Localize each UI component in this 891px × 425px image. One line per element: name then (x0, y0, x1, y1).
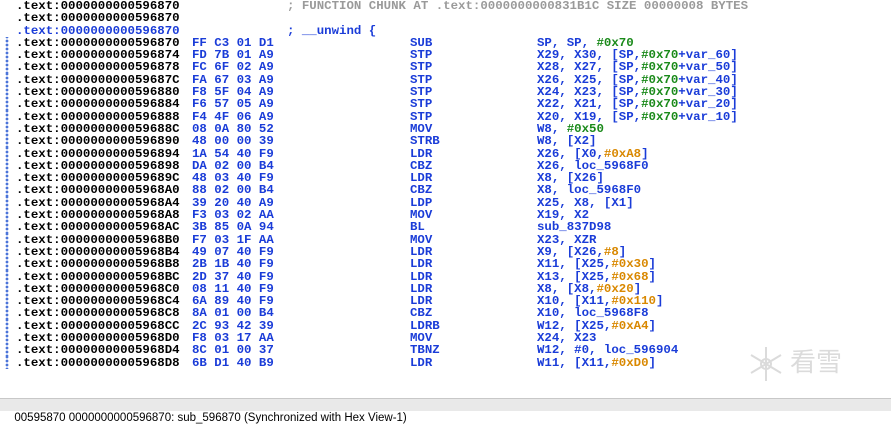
flow-bullet-icon (0, 209, 14, 222)
instruction-address: .text:0000000000596884 (16, 97, 180, 112)
instruction-row[interactable]: .text:0000000000596878 FC 6F 02 A9 STP X28,… (0, 60, 891, 75)
function-chunk-comment: ; FUNCTION CHUNK AT .text:0000000000831B… (287, 0, 749, 13)
mnemonic: TBNZ (410, 343, 440, 358)
opcode-bytes: 48 00 00 39 (192, 134, 274, 149)
flow-bullet-icon (0, 49, 14, 62)
flow-bullet-icon (0, 122, 14, 136)
flow-bullet-icon (0, 36, 14, 50)
instruction-row[interactable]: .text:00000000005968B8 2B 1B 40 F9 LDR X11,… (0, 257, 891, 272)
flow-bullet-icon (0, 258, 14, 271)
unwind-directive: ; __unwind { (287, 23, 377, 38)
opcode-bytes: FC 6F 02 A9 (192, 60, 274, 75)
flow-bullet-icon (0, 221, 14, 234)
flow-bullet-icon (0, 159, 14, 173)
flow-bullet-icon (0, 295, 14, 308)
operand-part: #0xA4 (611, 318, 649, 333)
opcode-bytes: 2B 1B 40 F9 (192, 257, 274, 272)
watermark: 看雪 (746, 344, 866, 384)
instruction-address: .text:00000000005968D4 (16, 343, 180, 358)
disassembly-view[interactable]: .text:0000000000596870 ; FUNCTION CHUNK A… (0, 0, 891, 398)
instruction-address: .text:00000000005968C8 (16, 306, 180, 321)
mnemonic: STP (410, 60, 433, 75)
opcode-bytes: 8A 01 00 B4 (192, 306, 274, 321)
flow-bullet-icon (0, 282, 14, 296)
flow-bullet-icon (0, 270, 14, 283)
mnemonic: STP (410, 97, 433, 112)
instruction-address: .text:00000000005968B8 (16, 257, 180, 272)
opcode-bytes: 3B 85 0A 94 (192, 220, 274, 235)
opcode-bytes: 1A 54 40 F9 (192, 146, 274, 161)
status-text: 00595870 0000000000596870: sub_596870 (S… (14, 412, 407, 424)
instruction-row[interactable]: .text:00000000005968A0 88 02 00 B4 CBZ X8, … (0, 183, 891, 198)
instruction-row[interactable]: .text:00000000005968AC 3B 85 0A 94 BL sub_8… (0, 220, 891, 235)
instruction-address: .text:0000000000596878 (16, 60, 180, 75)
opcode-bytes: 88 02 00 B4 (192, 183, 274, 198)
instruction-address: .text:00000000005968D8 (16, 355, 180, 370)
operand-part: ] (648, 269, 656, 284)
mnemonic: LDR (410, 355, 433, 370)
instruction-row[interactable]: .text:0000000000596890 48 00 00 39 STRB W8,… (0, 134, 891, 149)
operand-part: ] (648, 355, 656, 370)
opcode-bytes: 6B D1 40 B9 (192, 355, 274, 370)
flow-bullet-icon (0, 332, 14, 345)
flow-bullet-icon (0, 172, 14, 185)
operand-part: ] (648, 318, 656, 333)
flow-bullet-icon (0, 86, 14, 99)
flow-bullet-icon (0, 319, 14, 333)
instruction-address: .text:00000000005968A0 (16, 183, 180, 198)
flow-bullet-icon (0, 307, 14, 320)
snowflake-icon (750, 347, 782, 381)
instruction-address: .text:00000000005968BC (16, 269, 180, 284)
operand-part: ] (655, 294, 664, 309)
operand-part: #0x70 (641, 109, 679, 124)
instruction-row[interactable]: .text:0000000000596894 1A 54 40 F9 LDR X26,… (0, 146, 891, 161)
mnemonic: LDR (410, 146, 433, 161)
instruction-address: .text:0000000000596894 (16, 146, 180, 161)
flow-bullet-icon (0, 110, 14, 123)
mnemonic: LDR (410, 257, 433, 272)
instruction-address: .text:0000000000596890 (16, 134, 180, 149)
flow-bullet-icon (0, 233, 14, 246)
mnemonic: CBZ (410, 183, 433, 198)
opcode-bytes: 2D 37 40 F9 (192, 269, 274, 284)
instruction-address: .text:00000000005968AC (16, 220, 180, 235)
mnemonic: CBZ (410, 306, 433, 321)
flow-bullet-icon (0, 61, 14, 74)
instruction-row[interactable]: .text:0000000000596884 F6 57 05 A9 STP X22,… (0, 97, 891, 112)
flow-bullet-icon (0, 356, 14, 369)
operand-part: W11, [X11, (537, 355, 612, 370)
flow-bullet-icon (0, 184, 14, 197)
opcode-bytes: 8C 01 00 37 (192, 343, 274, 358)
operand-part: +var_10] (678, 109, 738, 124)
flow-bullet-icon (0, 73, 14, 87)
flow-bullet-icon (0, 196, 14, 210)
mnemonic: STRB (410, 134, 440, 149)
flow-bullet-icon (0, 245, 14, 259)
flow-bullet-icon (0, 344, 14, 357)
opcode-bytes: F6 57 05 A9 (192, 97, 274, 112)
instruction-row[interactable]: .text:00000000005968BC 2D 37 40 F9 LDR X13,… (0, 269, 891, 284)
operand-part: #0xD0 (611, 355, 649, 370)
mnemonic: BL (410, 220, 425, 235)
address-label: .text:0000000000596870 (16, 11, 180, 26)
status-bar: 00595870 0000000000596870: sub_596870 (S… (0, 398, 891, 424)
watermark-text: 看雪 (790, 348, 843, 378)
flow-bullet-icon (0, 135, 14, 148)
mnemonic: LDR (410, 269, 433, 284)
instruction-row[interactable]: .text:00000000005968C8 8A 01 00 B4 CBZ X10,… (0, 306, 891, 321)
header-line[interactable]: .text:0000000000596870 (0, 11, 891, 26)
operands: W11, [X11,#0xD0] (537, 355, 656, 370)
flow-bullet-icon (0, 98, 14, 111)
flow-bullet-icon (0, 147, 14, 160)
